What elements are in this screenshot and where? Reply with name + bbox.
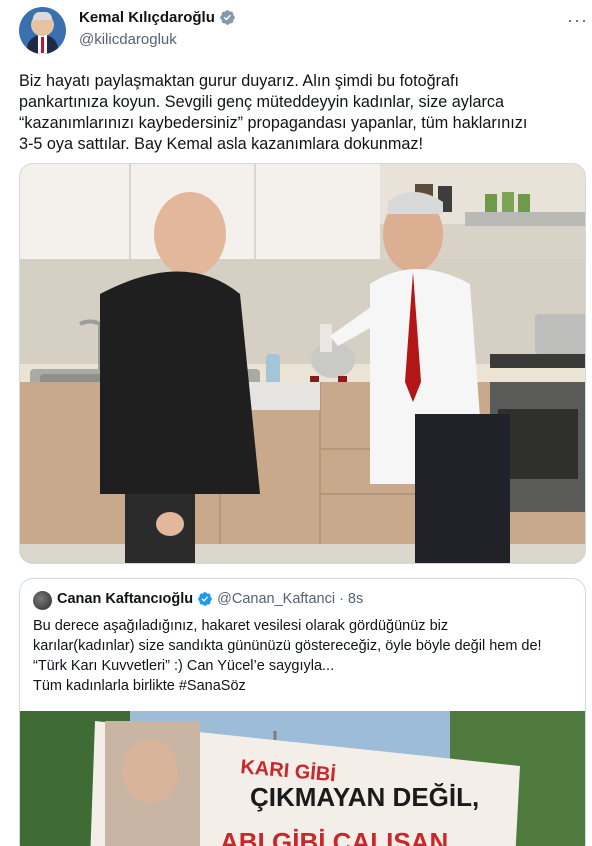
quoted-line: karılar(kadınlar) size sandıkta gününüzü… bbox=[33, 638, 542, 654]
quoted-display-name[interactable]: Canan Kaftancıoğlu bbox=[57, 591, 193, 607]
tweet-line: pankartınıza koyun. Sevgili genç mütedde… bbox=[19, 93, 504, 111]
quoted-line: Tüm kadınlarla birlikte #SanaSöz bbox=[33, 678, 246, 694]
quoted-handle[interactable]: @Canan_Kaftanci bbox=[217, 591, 335, 607]
author-name-row: Kemal Kılıçdaroğlu bbox=[79, 9, 236, 26]
verified-badge-icon bbox=[220, 10, 235, 25]
author-avatar[interactable] bbox=[19, 7, 66, 54]
author-handle[interactable]: @kilicdarogluk bbox=[79, 31, 177, 48]
quoted-line: Bu derece aşağıladığınız, hakaret vesile… bbox=[33, 618, 449, 634]
quoted-name-row: Canan Kaftancıoğlu @Canan_Kaftanci · 8s bbox=[57, 591, 363, 607]
tweet-photo[interactable] bbox=[19, 163, 586, 564]
author-display-name[interactable]: Kemal Kılıçdaroğlu bbox=[79, 9, 215, 26]
quoted-author-avatar[interactable] bbox=[33, 591, 52, 610]
banner-line-2: ÇIKMAYAN DEĞİL, bbox=[250, 782, 479, 812]
tweet[interactable]: Kemal Kılıçdaroğlu @kilicdarogluk ··· Bi… bbox=[0, 0, 592, 846]
avatar-hair bbox=[33, 12, 52, 20]
quoted-line: “Türk Karı Kuvvetleri” :) Can Yücel’e sa… bbox=[33, 658, 335, 674]
banner-line-3: ABI GİBİ ÇALIŞAN bbox=[220, 827, 448, 846]
quoted-timestamp[interactable]: 8s bbox=[348, 591, 363, 607]
tweet-text: Biz hayatı paylaşmaktan gurur duyarız. A… bbox=[19, 71, 579, 155]
kitchen-photo-image bbox=[20, 164, 585, 563]
banner-photo-image: KARI GİBİ ÇIKMAYAN DEĞİL, ABI GİBİ ÇALIŞ… bbox=[20, 711, 585, 846]
quoted-verified-badge-icon bbox=[198, 592, 212, 606]
tweet-line: “kazanımlarınızı kaybedersiniz” propagan… bbox=[19, 114, 528, 132]
quoted-text: Bu derece aşağıladığınız, hakaret vesile… bbox=[33, 616, 578, 696]
quoted-photo[interactable]: KARI GİBİ ÇIKMAYAN DEĞİL, ABI GİBİ ÇALIŞ… bbox=[20, 711, 585, 846]
avatar-tie bbox=[41, 37, 44, 53]
quoted-separator: · bbox=[339, 591, 344, 607]
tweet-line: Biz hayatı paylaşmaktan gurur duyarız. A… bbox=[19, 72, 459, 90]
quoted-tweet[interactable]: Canan Kaftancıoğlu @Canan_Kaftanci · 8s … bbox=[19, 578, 586, 846]
more-options-icon[interactable]: ··· bbox=[567, 10, 588, 31]
tweet-line: 3-5 oya sattılar. Bay Kemal asla kazanım… bbox=[19, 135, 423, 153]
